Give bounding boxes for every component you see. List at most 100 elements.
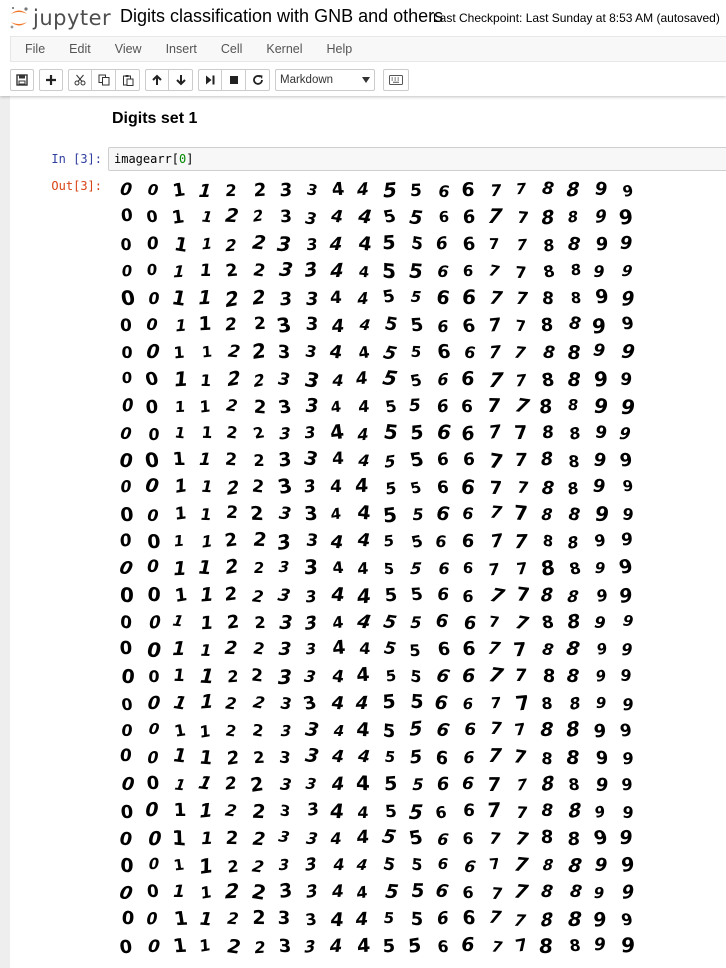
menu-insert[interactable]: Insert bbox=[154, 37, 209, 61]
handwritten-digit: 6 bbox=[436, 261, 450, 282]
menu-cell[interactable]: Cell bbox=[209, 37, 255, 61]
handwritten-digit: 1 bbox=[172, 882, 185, 902]
handwritten-digit: 3 bbox=[279, 423, 291, 444]
handwritten-digit: 2 bbox=[223, 529, 239, 552]
handwritten-digit: 9 bbox=[622, 611, 635, 631]
handwritten-digit: 7 bbox=[513, 421, 529, 444]
handwritten-digit: 9 bbox=[620, 529, 634, 551]
menu-help[interactable]: Help bbox=[315, 37, 365, 61]
handwritten-digit: 2 bbox=[223, 583, 240, 606]
handwritten-digit: 4 bbox=[357, 342, 371, 363]
run-button[interactable] bbox=[198, 69, 222, 91]
handwritten-digit: 6 bbox=[436, 936, 449, 957]
paste-button[interactable] bbox=[116, 69, 140, 91]
handwritten-digit: 2 bbox=[251, 692, 267, 713]
menu-file[interactable]: File bbox=[11, 37, 57, 61]
move-down-button[interactable] bbox=[169, 69, 193, 91]
menu-kernel[interactable]: Kernel bbox=[254, 37, 314, 61]
handwritten-digit: 4 bbox=[355, 908, 369, 931]
handwritten-digit: 1 bbox=[171, 825, 187, 851]
handwritten-digit: 1 bbox=[171, 665, 187, 687]
handwritten-digit: 6 bbox=[462, 694, 474, 713]
insert-cell-button[interactable] bbox=[39, 69, 63, 91]
markdown-heading[interactable]: Digits set 1 bbox=[112, 110, 197, 128]
handwritten-digit: 5 bbox=[382, 690, 397, 714]
save-button[interactable] bbox=[10, 69, 34, 91]
handwritten-digit: 7 bbox=[486, 773, 502, 796]
handwritten-digit: 8 bbox=[567, 774, 581, 794]
handwritten-digit: 1 bbox=[173, 800, 187, 822]
handwritten-digit: 2 bbox=[223, 260, 239, 282]
handwritten-digit: 4 bbox=[357, 450, 371, 471]
handwritten-digit: 6 bbox=[434, 610, 449, 634]
handwritten-digit: 8 bbox=[566, 395, 580, 415]
handwritten-digit: 9 bbox=[620, 262, 634, 281]
handwritten-digit: 0 bbox=[117, 556, 136, 580]
handwritten-digit: 3 bbox=[304, 530, 319, 551]
handwritten-digit: 9 bbox=[621, 477, 634, 496]
jupyter-logo[interactable]: jupyter bbox=[8, 4, 111, 32]
handwritten-digit: 7 bbox=[514, 611, 531, 635]
notebook-title[interactable]: Digits classification with GNB and other… bbox=[120, 6, 443, 27]
handwritten-digit: 7 bbox=[489, 180, 503, 200]
handwritten-digit: 4 bbox=[356, 745, 371, 768]
handwritten-digit: 0 bbox=[146, 260, 158, 280]
handwritten-digit: 3 bbox=[305, 880, 319, 903]
handwritten-digit: 5 bbox=[381, 531, 396, 551]
interrupt-button[interactable] bbox=[222, 69, 246, 91]
handwritten-digit: 1 bbox=[198, 663, 215, 689]
handwritten-digit: 8 bbox=[566, 586, 580, 606]
cell-type-select[interactable]: Markdown bbox=[275, 69, 375, 91]
handwritten-digit: 8 bbox=[564, 716, 581, 743]
handwritten-digit: 1 bbox=[197, 935, 214, 956]
handwritten-digit: 2 bbox=[250, 260, 267, 282]
handwritten-digit: 0 bbox=[119, 582, 134, 608]
handwritten-digit: 4 bbox=[330, 179, 346, 201]
jupyter-orbit-icon bbox=[10, 7, 28, 29]
handwritten-digit: 2 bbox=[251, 720, 265, 742]
handwritten-digit: 2 bbox=[224, 180, 239, 200]
code-cell-input[interactable]: imagearr[0] bbox=[108, 147, 726, 171]
handwritten-digit: 3 bbox=[279, 856, 290, 875]
handwritten-digit: 9 bbox=[594, 854, 609, 876]
handwritten-digit: 4 bbox=[331, 448, 344, 470]
handwritten-digit: 9 bbox=[593, 666, 608, 687]
handwritten-digit: 2 bbox=[225, 503, 240, 524]
save-icon bbox=[16, 74, 28, 86]
handwritten-digit: 6 bbox=[435, 746, 450, 770]
handwritten-digit: 0 bbox=[142, 368, 161, 392]
menu-view[interactable]: View bbox=[103, 37, 154, 61]
handwritten-digit: 6 bbox=[462, 503, 475, 524]
handwritten-digit: 7 bbox=[487, 421, 502, 445]
handwritten-digit: 0 bbox=[121, 368, 133, 388]
handwritten-digit: 7 bbox=[515, 558, 529, 579]
handwritten-digit: 7 bbox=[489, 718, 502, 740]
handwritten-digit: 3 bbox=[274, 528, 294, 555]
handwritten-digit: 1 bbox=[200, 690, 214, 715]
restart-button[interactable] bbox=[246, 69, 270, 91]
handwritten-digit: 2 bbox=[225, 666, 240, 687]
handwritten-digit: 0 bbox=[119, 424, 133, 444]
handwritten-digit: 1 bbox=[199, 908, 214, 931]
handwritten-digit: 9 bbox=[594, 501, 610, 527]
cut-button[interactable] bbox=[68, 69, 92, 91]
copy-button[interactable] bbox=[92, 69, 116, 91]
handwritten-digit: 9 bbox=[620, 774, 633, 794]
handwritten-digit: 1 bbox=[172, 531, 186, 550]
handwritten-digit: 1 bbox=[199, 798, 213, 823]
handwritten-digit: 2 bbox=[249, 338, 269, 364]
handwritten-digit: 6 bbox=[433, 880, 450, 904]
handwritten-digit: 5 bbox=[384, 584, 398, 607]
logo-text: jupyter bbox=[33, 6, 112, 30]
handwritten-digit: 7 bbox=[489, 828, 501, 849]
handwritten-digit: 5 bbox=[384, 801, 398, 822]
handwritten-digit: 0 bbox=[119, 179, 134, 200]
command-palette-button[interactable] bbox=[383, 69, 409, 91]
handwritten-digit: 3 bbox=[276, 396, 294, 419]
move-up-button[interactable] bbox=[145, 69, 169, 91]
menu-edit[interactable]: Edit bbox=[57, 37, 103, 61]
handwritten-digit: 7 bbox=[512, 853, 530, 877]
handwritten-digit: 0 bbox=[117, 881, 135, 905]
handwritten-digit: 2 bbox=[252, 369, 266, 391]
handwritten-digit: 3 bbox=[277, 664, 292, 689]
